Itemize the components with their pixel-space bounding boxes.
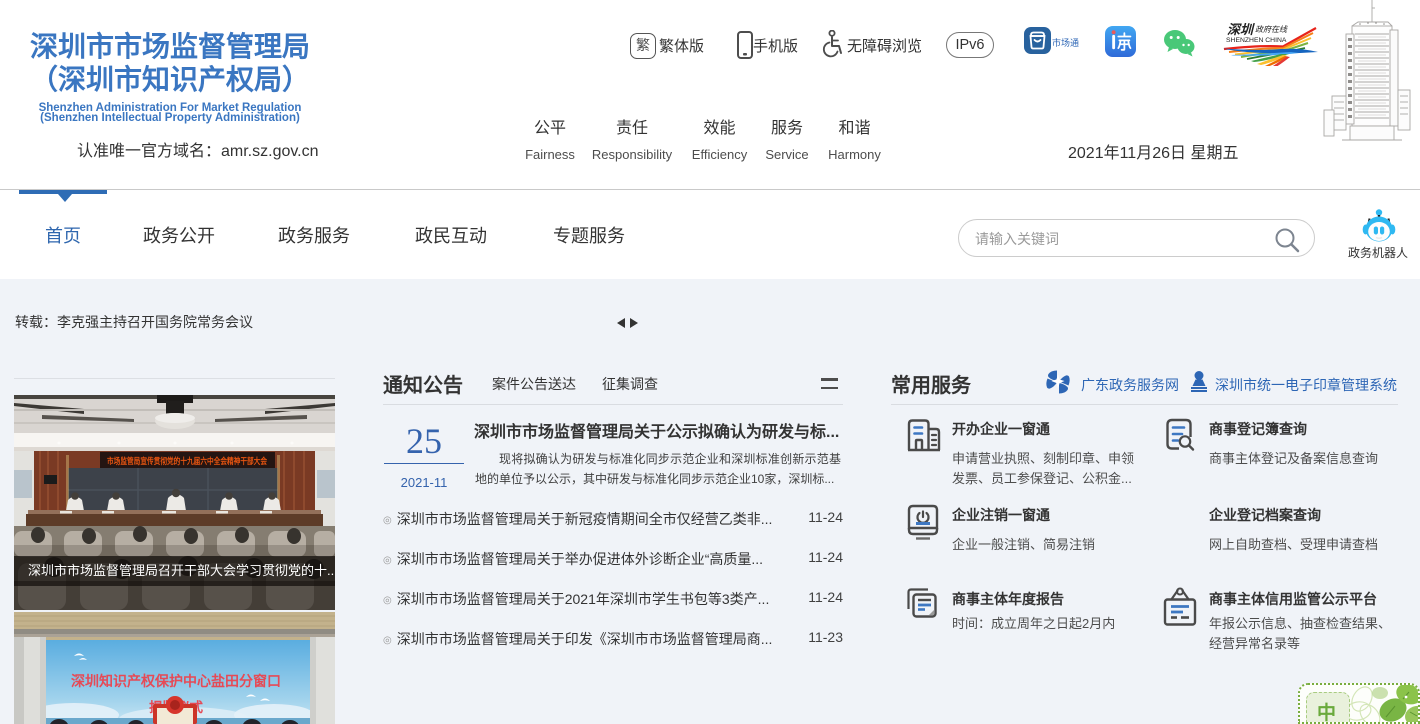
svg-text:深圳知识产权保护中心盐田分窗口: 深圳知识产权保护中心盐田分窗口 <box>71 673 281 689</box>
svg-text:市场监管局宣传贯彻党的十九届六中全会精神干部大会: 市场监管局宣传贯彻党的十九届六中全会精神干部大会 <box>107 456 267 466</box>
svg-text:深圳: 深圳 <box>1227 22 1255 37</box>
svg-text:SHENZHEN CHINA: SHENZHEN CHINA <box>1226 37 1287 44</box>
svg-text:政府在线: 政府在线 <box>1255 25 1288 34</box>
